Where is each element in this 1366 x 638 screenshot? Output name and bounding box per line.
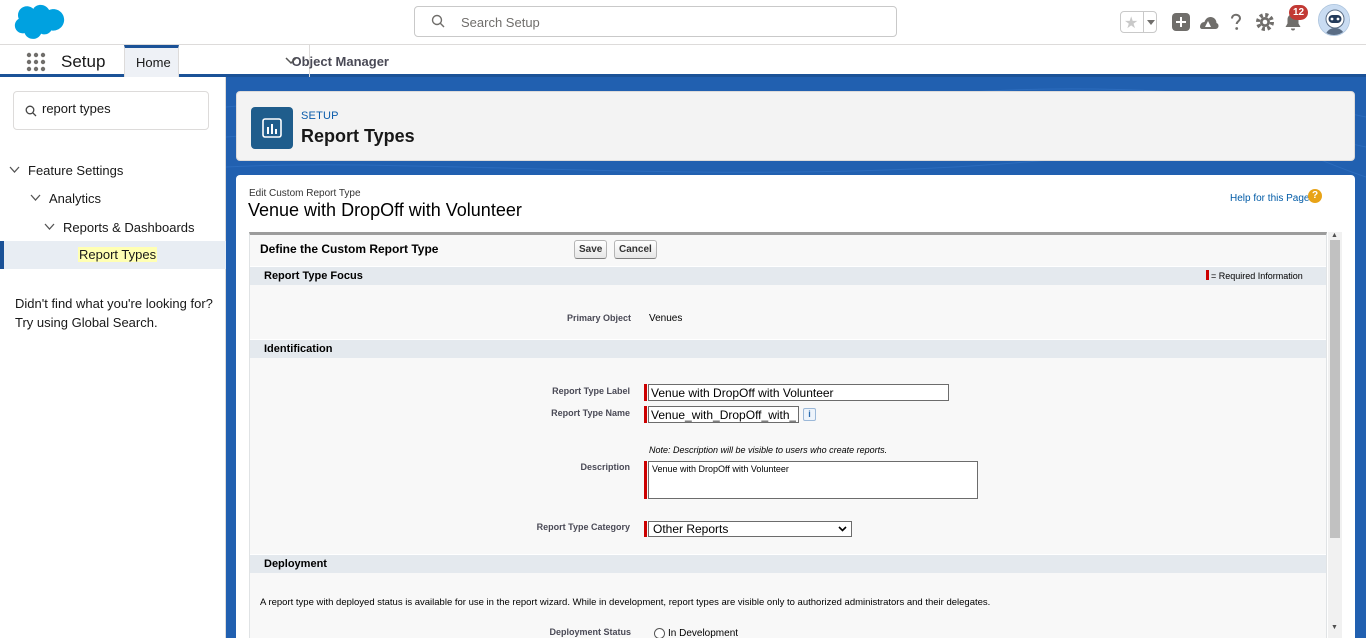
chevron-down-icon: [838, 526, 847, 532]
favorites-dropdown[interactable]: [1143, 12, 1157, 32]
tab-home[interactable]: Home: [124, 45, 179, 77]
sidebar-help-text: Didn't find what you're looking for? Try…: [15, 294, 215, 332]
global-search-input[interactable]: Search Setup: [414, 6, 897, 37]
primary-object-value: Venues: [649, 313, 683, 324]
in-development-radio[interactable]: [654, 628, 665, 638]
salesforce-cloud-logo[interactable]: [14, 4, 66, 40]
app-navigation-bar: Setup Home Object Manager: [0, 45, 1366, 77]
app-launcher-icon[interactable]: [26, 52, 46, 72]
favorites-button[interactable]: ★: [1120, 11, 1157, 33]
save-button[interactable]: Save: [574, 240, 608, 259]
cancel-button[interactable]: Cancel: [614, 240, 657, 259]
section-title: Deployment: [264, 558, 327, 570]
help-icon[interactable]: ?: [1308, 189, 1322, 203]
scroll-thumb[interactable]: [1330, 240, 1340, 538]
main-content: SETUP Report Types Edit Custom Report Ty…: [226, 77, 1366, 638]
avatar[interactable]: [1318, 4, 1350, 36]
required-indicator: [644, 521, 647, 537]
scroll-down-icon[interactable]: ▼: [1331, 624, 1338, 631]
record-title: Venue with DropOff with Volunteer: [248, 200, 522, 220]
tab-object-manager[interactable]: Object Manager: [179, 45, 389, 77]
block-title: Define the Custom Report Type: [260, 242, 439, 256]
edit-block: Define the Custom Report Type Save Cance…: [249, 232, 1327, 638]
tree-item-label: Feature Settings: [28, 163, 124, 178]
primary-object-label: Primary Object: [566, 313, 631, 323]
help-line: Didn't find what you're looking for?: [15, 296, 213, 311]
tree-item-label: Reports & Dashboards: [63, 220, 195, 235]
caret-down-icon: [1147, 20, 1155, 25]
section-deployment: Deployment: [250, 554, 1326, 573]
page-title: Report Types: [301, 126, 415, 146]
report-type-name-input[interactable]: [648, 406, 799, 423]
breadcrumb: Edit Custom Report Type: [249, 188, 361, 199]
report-types-icon: [251, 107, 293, 149]
section-title: Report Type Focus: [264, 270, 363, 282]
help-for-this-page-link[interactable]: Help for this Page: [1230, 193, 1310, 204]
global-search-link: Try using Global Search.: [15, 315, 158, 330]
section-report-type-focus: Report Type Focus = Required Information: [250, 266, 1326, 285]
chevron-down-icon[interactable]: [30, 194, 41, 202]
quick-find[interactable]: [13, 91, 209, 130]
required-indicator: [644, 406, 647, 423]
required-legend-text: = Required Information: [1211, 271, 1303, 281]
required-indicator: [644, 461, 647, 499]
report-type-category-label: Report Type Category: [536, 522, 630, 532]
description-textarea[interactable]: Venue with DropOff with Volunteer: [648, 461, 978, 499]
deployment-status-label: Deployment Status: [549, 627, 631, 637]
search-icon: [431, 14, 445, 28]
notification-badge: 12: [1289, 5, 1308, 20]
report-type-label-label: Report Type Label: [552, 386, 630, 396]
tree-item-label: Analytics: [49, 191, 102, 206]
quick-find-input[interactable]: [42, 101, 202, 116]
required-legend: = Required Information: [1206, 270, 1303, 281]
chevron-down-icon[interactable]: [285, 57, 297, 65]
in-development-label: In Development: [668, 628, 739, 638]
trailhead-icon[interactable]: [1197, 11, 1219, 33]
report-type-category-select[interactable]: Other Reports: [648, 521, 852, 537]
content-frame: Edit Custom Report Type Venue with DropO…: [236, 175, 1355, 638]
app-name: Setup: [61, 52, 106, 71]
scroll-up-icon[interactable]: ▲: [1331, 232, 1338, 239]
search-icon: [25, 105, 37, 117]
setup-sidebar: Feature Settings Analytics Reports & Das…: [0, 77, 226, 638]
star-icon: ★: [1124, 15, 1139, 32]
tab-home-label: Home: [136, 55, 171, 70]
report-type-label-input[interactable]: [648, 384, 949, 401]
help-icon[interactable]: [1225, 11, 1247, 33]
select-value: Other Reports: [653, 522, 729, 536]
section-identification: Identification: [250, 339, 1326, 358]
info-icon[interactable]: i: [803, 408, 816, 421]
report-type-name-label: Report Type Name: [551, 408, 630, 418]
add-icon[interactable]: [1170, 11, 1192, 33]
search-placeholder: Search Setup: [461, 15, 540, 30]
gear-icon[interactable]: [1254, 11, 1276, 33]
tree-item-report-types[interactable]: Report Types: [0, 241, 226, 269]
chevron-down-icon[interactable]: [44, 223, 55, 231]
page-header: SETUP Report Types: [236, 91, 1355, 161]
astro-avatar-icon: [1319, 5, 1349, 35]
section-title: Identification: [264, 343, 333, 355]
description-note: Note: Description will be visible to use…: [649, 445, 888, 455]
page-overline: SETUP: [301, 110, 339, 122]
description-label: Description: [580, 462, 630, 472]
deployment-description: A report type with deployed status is av…: [260, 597, 991, 608]
required-indicator: [644, 384, 647, 401]
global-header: Search Setup ★ 12: [0, 0, 1366, 45]
content-scrollbar[interactable]: ▲ ▼: [1328, 232, 1342, 638]
chevron-down-icon[interactable]: [9, 166, 20, 174]
tree-item-label: Report Types: [78, 247, 158, 262]
